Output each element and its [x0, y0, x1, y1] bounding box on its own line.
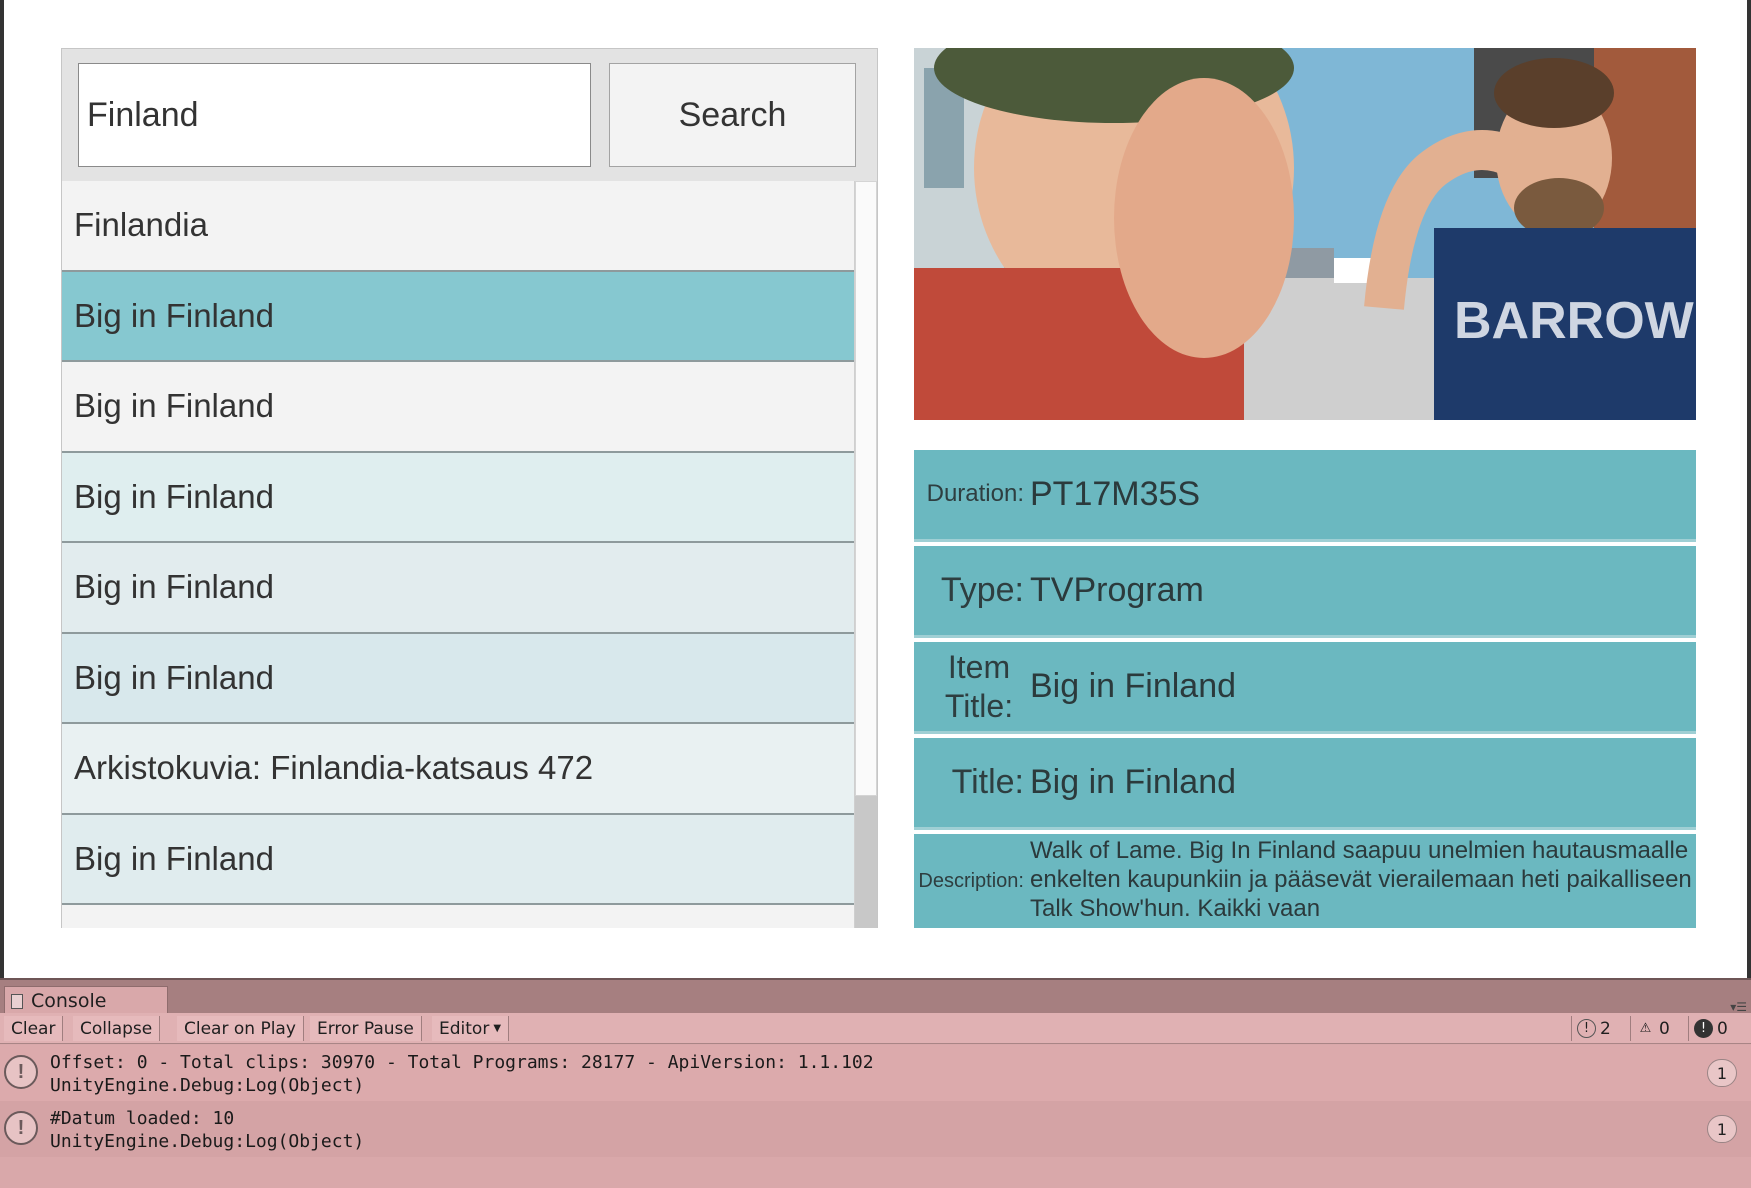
log-entry[interactable]: ! #Datum loaded: 10 UnityEngine.Debug:Lo… [0, 1101, 1751, 1157]
result-item[interactable]: Big in Finland [62, 362, 854, 453]
result-item-finlandia[interactable]: Finlandia [62, 181, 854, 272]
result-item[interactable]: Big in Finland [62, 633, 854, 724]
title-label: Title: [951, 763, 1024, 802]
warning-count: 0 [1659, 1018, 1670, 1039]
info-icon: ! [1577, 1019, 1596, 1038]
result-item-arkistokuvia[interactable]: Arkistokuvia: Finlandia-katsaus 472 [62, 724, 854, 815]
description-label: Description: [918, 870, 1024, 892]
console-tabbar: Console ▾☰ [0, 978, 1751, 1015]
clear-on-play-button[interactable]: Clear on Play [177, 1016, 304, 1041]
log-info-icon: ! [4, 1111, 38, 1145]
search-panel: Search Finlandia Big in Finland Big in F… [61, 48, 878, 928]
error-count-toggle[interactable]: ! 0 [1688, 1016, 1733, 1041]
duration-label: Duration: [926, 480, 1024, 508]
log-repeat-count: 1 [1707, 1059, 1737, 1087]
result-item[interactable]: Big in Finland [62, 814, 854, 905]
detail-title-row: Title: Big in Finland [914, 738, 1696, 830]
console-toolbar: Clear Collapse Clear on Play Error Pause… [0, 1013, 1751, 1044]
shirt-text: BARROW [1454, 292, 1695, 350]
log-message: #Datum loaded: 10 UnityEngine.Debug:Log(… [50, 1107, 364, 1153]
result-item-selected[interactable]: Big in Finland [62, 271, 854, 362]
error-icon: ! [1694, 1019, 1713, 1038]
error-count: 0 [1717, 1018, 1728, 1039]
tab-console[interactable]: Console [4, 986, 168, 1015]
title-value: Big in Finland [1030, 763, 1237, 801]
search-button[interactable]: Search [609, 63, 856, 167]
chevron-down-icon: ▼ [493, 1023, 502, 1034]
program-thumbnail-image: BARROW [914, 48, 1696, 420]
clear-button[interactable]: Clear [4, 1016, 64, 1041]
detail-description-row: Description: Walk of Lame. Big In Finlan… [914, 834, 1696, 928]
type-value: TVProgram [1030, 571, 1204, 609]
log-entry[interactable]: ! Offset: 0 - Total clips: 30970 - Total… [0, 1045, 1751, 1101]
panel-menu-icon[interactable]: ▾☰ [1730, 1000, 1747, 1014]
detail-item-title-row: Item Title: Big in Finland [914, 642, 1696, 734]
console-panel: Console ▾☰ Clear Collapse Clear on Play … [0, 978, 1751, 1188]
warning-count-toggle[interactable]: ⚠ 0 [1630, 1016, 1675, 1041]
log-line-1: #Datum loaded: 10 [50, 1108, 235, 1129]
collapse-button[interactable]: Collapse [73, 1016, 161, 1041]
results-list: Finlandia Big in Finland Big in Finland … [62, 181, 854, 928]
result-item-partial[interactable] [62, 905, 854, 928]
log-line-1: Offset: 0 - Total clips: 30970 - Total P… [50, 1052, 874, 1073]
thumbnail-photo: BARROW [914, 48, 1696, 420]
results-scrollbar[interactable] [854, 181, 877, 928]
console-tab-label: Console [31, 990, 107, 1012]
log-message: Offset: 0 - Total clips: 30970 - Total P… [50, 1051, 874, 1097]
type-label: Type: [940, 571, 1024, 610]
log-line-2: UnityEngine.Debug:Log(Object) [50, 1131, 365, 1152]
editor-dropdown-label: Editor [439, 1018, 490, 1039]
detail-duration-row: Duration: PT17M35S [914, 450, 1696, 542]
error-pause-button[interactable]: Error Pause [310, 1016, 422, 1041]
log-info-icon: ! [4, 1055, 38, 1089]
duration-value: PT17M35S [1030, 475, 1201, 513]
scrollbar-thumb[interactable] [855, 181, 877, 796]
description-value: Walk of Lame. Big In Finland saapuu unel… [1030, 837, 1692, 922]
item-title-value: Big in Finland [1030, 667, 1237, 705]
scrollbar-track[interactable] [855, 796, 877, 928]
search-input[interactable] [78, 63, 591, 167]
warning-icon: ⚠ [1639, 1021, 1652, 1036]
detail-type-row: Type: TVProgram [914, 546, 1696, 638]
item-title-label: Item Title: [944, 649, 1014, 724]
result-item[interactable]: Big in Finland [62, 452, 854, 543]
console-tab-icon [11, 993, 23, 1009]
editor-dropdown[interactable]: Editor ▼ [432, 1016, 510, 1041]
log-repeat-count: 1 [1707, 1115, 1737, 1143]
game-view: Search Finlandia Big in Finland Big in F… [0, 0, 1751, 978]
log-count-toggle[interactable]: ! 2 [1571, 1016, 1616, 1041]
log-line-2: UnityEngine.Debug:Log(Object) [50, 1075, 365, 1096]
result-item[interactable]: Big in Finland [62, 543, 854, 634]
log-count: 2 [1600, 1018, 1611, 1039]
